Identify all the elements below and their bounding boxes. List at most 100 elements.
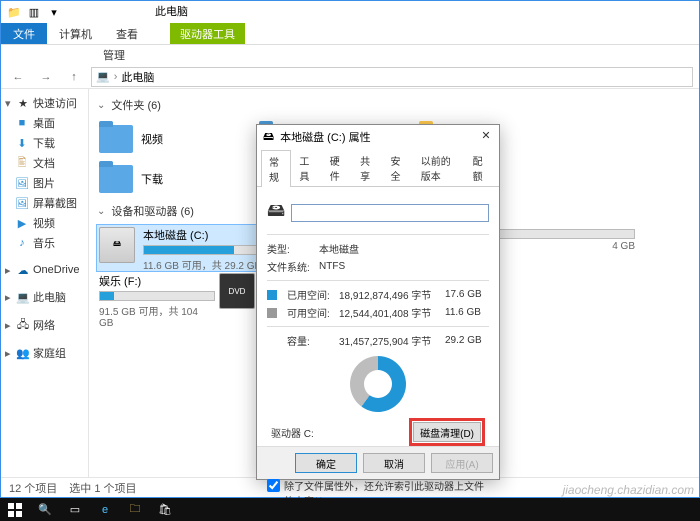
section-folders-header[interactable]: ⌄文件夹 (6) [97,97,691,113]
drive-icon: 🖴 [263,128,274,147]
dialog-title: 本地磁盘 (C:) 属性 [280,129,370,145]
dvd-icon: DVD [219,273,255,309]
tab-general[interactable]: 常规 [261,150,291,187]
breadcrumb[interactable]: 此电脑 [121,69,154,85]
capacity-gb: 29.2 GB [445,335,482,346]
sidebar-item-screenshots[interactable]: 🖼屏幕截图 [1,193,88,213]
disk-cleanup-highlight: 磁盘清理(D) [409,418,485,446]
sidebar-item-downloads[interactable]: ⬇下载 [1,133,88,153]
task-view-icon[interactable]: ▭ [60,498,90,521]
index-checkbox[interactable] [267,479,280,492]
cancel-button[interactable]: 取消 [363,453,425,473]
type-value: 本地磁盘 [319,241,359,256]
music-icon: ♪ [15,236,29,250]
folder-videos[interactable]: 视频 [97,119,257,159]
nav-forward-button: → [35,66,57,88]
dialog-tab-strip: 常规 工具 硬件 共享 安全 以前的版本 配额 [257,149,499,187]
fs-value: NTFS [319,261,345,272]
nav-back-button[interactable]: ← [7,66,29,88]
nav-sidebar: ▾★快速访问 ■桌面 ⬇下载 🖺文档 🖼图片 🖼屏幕截图 ▶视频 ♪音乐 ▸☁O… [1,89,89,477]
video-icon: ▶ [15,216,29,230]
usage-donut-chart [350,356,406,412]
cloud-icon: ☁ [16,263,30,277]
drive-icon: 🖴 [267,198,285,228]
used-label: 已用空间: [287,287,333,302]
close-button[interactable]: ✕ [477,129,495,145]
pc-icon: 💻 [16,290,30,304]
usage-bar [99,291,215,301]
download-icon: ⬇ [15,136,29,150]
drive-letter-label: 驱动器 C: [271,425,314,440]
ribbon-tab-file[interactable]: 文件 [1,23,47,44]
ribbon-sub: 管理 [1,45,699,65]
sidebar-item-videos[interactable]: ▶视频 [1,213,88,233]
store-icon[interactable]: 🛍 [150,498,180,521]
breadcrumb-sep: › [114,71,118,83]
picture-icon: 🖼 [15,196,29,210]
sidebar-network[interactable]: ▸🖧网络 [1,315,88,335]
titlebar: 📁 ▥ ▾ 此电脑 [1,1,699,23]
sidebar-item-documents[interactable]: 🖺文档 [1,153,88,173]
ok-button[interactable]: 确定 [295,453,357,473]
tab-tools[interactable]: 工具 [291,149,321,186]
used-swatch [267,290,277,300]
edge-icon[interactable]: e [90,498,120,521]
drive-f[interactable]: 娱乐 (F:) 91.5 GB 可用，共 104 GB [97,271,217,317]
qat-properties-icon[interactable]: ▥ [25,3,43,21]
tab-quota[interactable]: 配额 [465,149,495,186]
sidebar-item-music[interactable]: ♪音乐 [1,233,88,253]
address-box[interactable]: 💻 › 此电脑 [91,67,693,87]
ribbon-tab-computer[interactable]: 计算机 [47,23,104,44]
free-bytes: 12,544,401,408 字节 [339,305,439,320]
folder-downloads[interactable]: 下载 [97,159,257,199]
drive-icon: 🖴 [99,227,135,263]
free-label: 可用空间: [287,305,333,320]
start-button[interactable] [0,498,30,521]
sidebar-homegroup[interactable]: ▸👥家庭组 [1,343,88,363]
tab-hardware[interactable]: 硬件 [322,149,352,186]
status-item-count: 12 个项目 [9,480,57,496]
free-gb: 11.6 GB [445,307,481,318]
disk-cleanup-button[interactable]: 磁盘清理(D) [413,422,481,442]
ribbon-tab-strip: 文件 计算机 查看 驱动器工具 [1,23,699,45]
tab-previous[interactable]: 以前的版本 [413,149,465,186]
address-bar: ← → ↑ 💻 › 此电脑 [1,65,699,89]
drive-label-input[interactable] [291,204,489,222]
system-icon[interactable]: 📁 [5,3,23,21]
sidebar-onedrive[interactable]: ▸☁OneDrive [1,261,88,279]
sidebar-this-pc[interactable]: ▸💻此电脑 [1,287,88,307]
tab-sharing[interactable]: 共享 [352,149,382,186]
homegroup-icon: 👥 [16,346,30,360]
watermark: jiaocheng.chazidian.com [563,483,694,497]
used-gb: 17.6 GB [445,289,482,300]
taskbar: 🔍 ▭ e 🗀 🛍 [0,498,700,521]
free-swatch [267,308,277,318]
fs-label: 文件系统: [267,259,313,274]
search-icon[interactable]: 🔍 [30,498,60,521]
sidebar-item-desktop[interactable]: ■桌面 [1,113,88,133]
capacity-bytes: 31,457,275,904 字节 [339,333,439,348]
pc-icon: 💻 [96,70,110,83]
tab-security[interactable]: 安全 [382,149,412,186]
status-selected-count: 选中 1 个项目 [69,480,136,496]
desktop-icon: ■ [15,116,29,130]
ribbon-context-drive-tools: 驱动器工具 [170,23,245,44]
picture-icon: 🖼 [15,176,29,190]
ribbon-tab-view[interactable]: 查看 [104,23,150,44]
dialog-titlebar[interactable]: 🖴 本地磁盘 (C:) 属性 ✕ [257,125,499,149]
dialog-footer: 确定 取消 应用(A) [257,446,499,479]
explorer-icon[interactable]: 🗀 [120,498,150,521]
properties-dialog: 🖴 本地磁盘 (C:) 属性 ✕ 常规 工具 硬件 共享 安全 以前的版本 配额… [256,124,500,480]
sidebar-quick-access[interactable]: ▾★快速访问 [1,93,88,113]
used-bytes: 18,912,874,496 字节 [339,287,439,302]
folder-icon [99,125,133,153]
ribbon-tab-manage[interactable]: 管理 [103,47,125,63]
capacity-label: 容量: [287,333,333,348]
apply-button[interactable]: 应用(A) [431,453,493,473]
folder-icon [99,165,133,193]
network-icon: 🖧 [16,318,30,332]
sidebar-item-pictures[interactable]: 🖼图片 [1,173,88,193]
nav-up-button[interactable]: ↑ [63,66,85,88]
qat-dropdown-icon[interactable]: ▾ [45,3,63,21]
document-icon: 🖺 [15,156,29,170]
